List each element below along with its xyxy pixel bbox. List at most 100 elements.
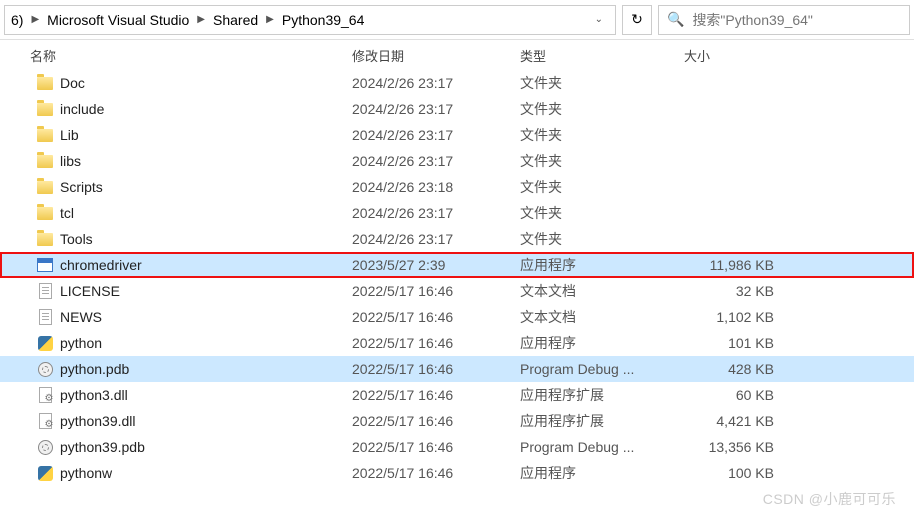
file-type: 应用程序扩展 (520, 411, 684, 431)
file-type: 文件夹 (520, 125, 684, 145)
file-type: 文件夹 (520, 203, 684, 223)
file-row[interactable]: python3.dll 2022/5/17 16:46应用程序扩展60 KB (0, 382, 914, 408)
breadcrumb-root[interactable]: 6) (7, 12, 27, 28)
file-name: python.pdb (60, 361, 129, 377)
file-date: 2024/2/26 23:17 (352, 75, 520, 91)
file-name: include (60, 101, 104, 117)
file-type: 文件夹 (520, 229, 684, 249)
file-size: 100 KB (684, 465, 786, 481)
breadcrumb-seg-1[interactable]: Shared (209, 12, 262, 28)
file-size: 11,986 KB (684, 257, 786, 273)
file-name: tcl (60, 205, 74, 221)
header-size[interactable]: 大小 (684, 40, 786, 71)
folder-icon (36, 155, 54, 168)
file-date: 2024/2/26 23:18 (352, 179, 520, 195)
file-date: 2024/2/26 23:17 (352, 101, 520, 117)
file-row[interactable]: Tools 2024/2/26 23:17文件夹 (0, 226, 914, 252)
file-row[interactable]: python39.dll 2022/5/17 16:46应用程序扩展4,421 K… (0, 408, 914, 434)
file-name: Doc (60, 75, 85, 91)
chevron-right-icon[interactable]: ▶ (262, 14, 278, 25)
search-icon: 🔍 (667, 11, 684, 28)
file-date: 2022/5/17 16:46 (352, 387, 520, 403)
file-row[interactable]: LICENSE2022/5/17 16:46文本文档32 KB (0, 278, 914, 304)
header-name[interactable]: 名称 (0, 40, 352, 71)
file-date: 2022/5/17 16:46 (352, 465, 520, 481)
breadcrumb-seg-0[interactable]: Microsoft Visual Studio (43, 12, 193, 28)
header-date[interactable]: 修改日期 (352, 40, 520, 71)
file-row[interactable]: include 2024/2/26 23:17文件夹 (0, 96, 914, 122)
file-row[interactable]: libs 2024/2/26 23:17文件夹 (0, 148, 914, 174)
folder-icon (36, 233, 54, 246)
file-date: 2024/2/26 23:17 (352, 205, 520, 221)
txt-icon (36, 283, 54, 299)
folder-icon (36, 181, 54, 194)
search-input[interactable] (692, 12, 901, 28)
file-row[interactable]: python39.pdb 2022/5/17 16:46Program Debug… (0, 434, 914, 460)
file-date: 2024/2/26 23:17 (352, 153, 520, 169)
file-row[interactable]: python2022/5/17 16:46应用程序101 KB (0, 330, 914, 356)
file-type: 应用程序 (520, 463, 684, 483)
file-size: 4,421 KB (684, 413, 786, 429)
file-type: 应用程序 (520, 255, 684, 275)
chevron-right-icon[interactable]: ▶ (27, 14, 43, 25)
file-row[interactable]: NEWS2022/5/17 16:46文本文档1,102 KB (0, 304, 914, 330)
file-type: 文件夹 (520, 151, 684, 171)
file-row[interactable]: pythonw2022/5/17 16:46应用程序100 KB (0, 460, 914, 486)
folder-icon (36, 129, 54, 142)
column-headers: 名称 修改日期 类型 大小 (0, 40, 914, 70)
file-date: 2022/5/17 16:46 (352, 413, 520, 429)
file-date: 2022/5/17 16:46 (352, 283, 520, 299)
file-size: 1,102 KB (684, 309, 786, 325)
file-date: 2022/5/17 16:46 (352, 335, 520, 351)
file-date: 2022/5/17 16:46 (352, 361, 520, 377)
file-size: 13,356 KB (684, 439, 786, 455)
exe-icon (36, 258, 54, 272)
file-name: python39.dll (60, 413, 136, 429)
file-type: 应用程序 (520, 333, 684, 353)
file-date: 2024/2/26 23:17 (352, 231, 520, 247)
file-type: 文件夹 (520, 99, 684, 119)
file-name: python3.dll (60, 387, 128, 403)
file-name: chromedriver (60, 257, 142, 273)
file-name: Lib (60, 127, 79, 143)
file-name: libs (60, 153, 81, 169)
file-row[interactable]: tcl 2024/2/26 23:17文件夹 (0, 200, 914, 226)
file-row[interactable]: Doc 2024/2/26 23:17文件夹 (0, 70, 914, 96)
folder-icon (36, 207, 54, 220)
folder-icon (36, 103, 54, 116)
file-type: 文本文档 (520, 281, 684, 301)
file-date: 2023/5/27 2:39 (352, 257, 520, 273)
header-type[interactable]: 类型 (520, 40, 684, 71)
search-box[interactable]: 🔍 (658, 5, 910, 35)
file-row[interactable]: Scripts 2024/2/26 23:18文件夹 (0, 174, 914, 200)
file-row[interactable]: Lib 2024/2/26 23:17文件夹 (0, 122, 914, 148)
txt-icon (36, 309, 54, 325)
file-size: 32 KB (684, 283, 786, 299)
file-type: 文本文档 (520, 307, 684, 327)
chevron-down-icon[interactable]: ⌄ (585, 14, 613, 25)
file-type: 应用程序扩展 (520, 385, 684, 405)
breadcrumb[interactable]: 6) ▶ Microsoft Visual Studio ▶ Shared ▶ … (4, 5, 616, 35)
file-row[interactable]: python.pdb2022/5/17 16:46Program Debug .… (0, 356, 914, 382)
file-name: Tools (60, 231, 93, 247)
file-date: 2024/2/26 23:17 (352, 127, 520, 143)
py-icon (36, 336, 54, 351)
chevron-right-icon[interactable]: ▶ (193, 14, 209, 25)
folder-icon (36, 77, 54, 90)
refresh-icon: ↻ (631, 11, 643, 28)
file-name: Scripts (60, 179, 103, 195)
refresh-button[interactable]: ↻ (622, 5, 652, 35)
file-date: 2022/5/17 16:46 (352, 309, 520, 325)
file-type: Program Debug ... (520, 439, 684, 455)
dll-icon (36, 413, 54, 429)
file-size: 60 KB (684, 387, 786, 403)
pdb-icon (36, 362, 54, 377)
file-row[interactable]: chromedriver 2023/5/27 2:39应用程序11,986 KB (0, 252, 914, 278)
file-list[interactable]: Doc2024/2/26 23:17文件夹include2024/2/26 23… (0, 70, 914, 519)
breadcrumb-seg-2[interactable]: Python39_64 (278, 12, 369, 28)
file-type: 文件夹 (520, 73, 684, 93)
file-type: 文件夹 (520, 177, 684, 197)
file-date: 2022/5/17 16:46 (352, 439, 520, 455)
file-size: 101 KB (684, 335, 786, 351)
file-name: python39.pdb (60, 439, 145, 455)
